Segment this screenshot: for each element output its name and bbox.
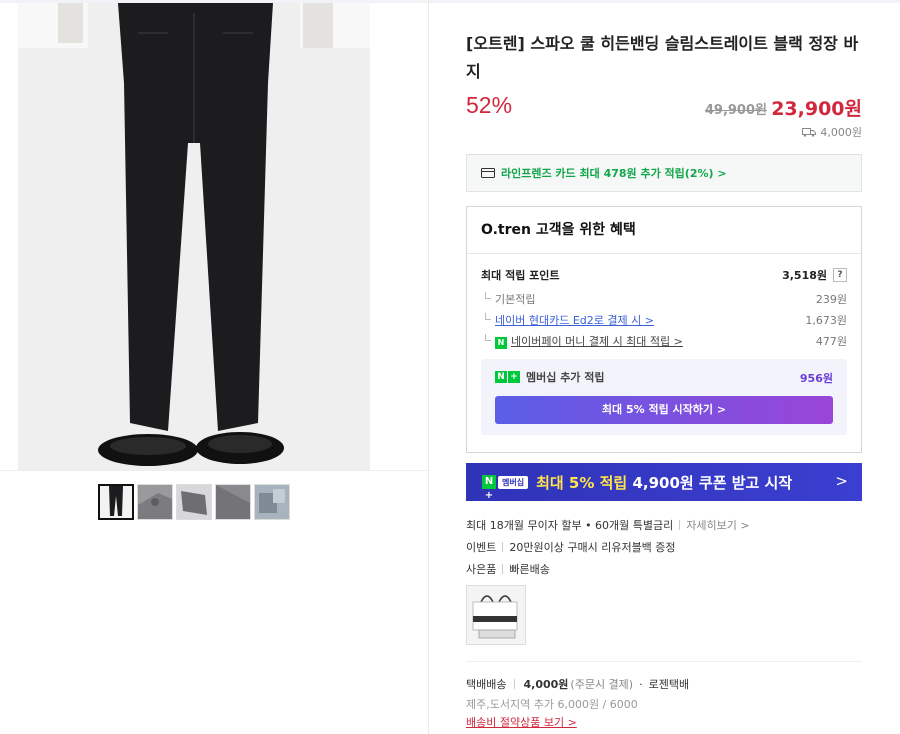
shipping-dot: ·: [639, 677, 643, 691]
installment-row: 최대 18개월 무이자 할부 • 60개월 특별금리 자세히보기 >: [466, 517, 750, 533]
discount-rate: 52%: [466, 92, 513, 118]
thumbnail-2[interactable]: [137, 484, 173, 520]
product-gallery: [0, 0, 429, 734]
gift-label: 사은품: [466, 563, 497, 576]
membership-label: 멤버십 추가 적립: [526, 371, 605, 384]
card-promo-text: 라인프렌즈 카드 최대 478원 추가 적립(2%) >: [501, 167, 727, 180]
product-page: [오트렌] 스파오 쿨 히든밴딩 슬림스트레이트 블랙 정장 바지 52% 49…: [0, 0, 900, 734]
membership-box: N + 멤버십 추가 적립 956원 최대 5% 적립 시작하기 >: [481, 359, 847, 435]
shipping-fee-top: 4,000원: [802, 124, 862, 140]
card-points-link[interactable]: 네이버 현대카드 Ed2로 결제 시 >: [481, 312, 654, 328]
event-row: 이벤트 20만원이상 구매시 리유저블백 증정: [466, 539, 676, 555]
truck-icon: [802, 128, 817, 137]
npay-points-value: 477원: [815, 335, 847, 348]
basic-points-row: 기본적립 239원: [481, 291, 847, 307]
naverpay-icon: N: [495, 337, 507, 349]
shipping-fee: 4,000원: [523, 678, 569, 691]
reusable-bag-image: [467, 586, 525, 644]
benefit-divider: [467, 253, 861, 254]
shipping-type: 택배배송: [466, 678, 507, 691]
card-points-value: 1,673원: [805, 314, 847, 327]
npay-points-label-wrap: N 네이버페이 머니 결제 시 최대 적립 >: [481, 333, 683, 349]
card-promo-box[interactable]: 라인프렌즈 카드 최대 478원 추가 적립(2%) >: [466, 154, 862, 192]
detail-link[interactable]: 자세히보기 >: [686, 517, 749, 533]
gift-row: 사은품 빠른배송: [466, 561, 550, 577]
basic-points-label: 기본적립: [481, 291, 535, 307]
pants-photo: [18, 3, 370, 470]
basic-points-value: 239원: [815, 293, 847, 306]
fast-delivery-label: 빠른배송: [509, 563, 550, 576]
thumbnail-strip: [98, 484, 290, 520]
npay-points-row: N 네이버페이 머니 결제 시 최대 적립 > 477원: [481, 333, 847, 349]
event-value: 20만원이상 구매시 리유저블백 증정: [509, 541, 676, 554]
chevron-right-icon: >: [835, 472, 848, 490]
help-icon[interactable]: ?: [833, 268, 847, 282]
shipping-row: 택배배송 4,000원 (주문시 결제) · 로젠택배: [466, 676, 689, 692]
gallery-divider: [0, 470, 429, 471]
naver-plus-membership-badge: N + 멤버십: [482, 475, 529, 501]
max-points-label: 최대 적립 포인트: [481, 269, 560, 282]
naver-plus-badge: N +: [495, 371, 520, 383]
banner-text: 최대 5% 적립 4,900원 쿠폰 받고 시작: [536, 473, 793, 492]
product-title: [오트렌] 스파오 쿨 히든밴딩 슬림스트레이트 블랙 정장 바지: [466, 34, 859, 81]
original-price: 49,900원: [704, 103, 767, 118]
membership-head: N + 멤버십 추가 적립: [495, 369, 605, 385]
membership-value: 956원: [799, 372, 833, 385]
credit-card-icon: [481, 168, 495, 178]
max-points-value: 3,518원: [782, 269, 827, 282]
membership-start-button[interactable]: 최대 5% 적립 시작하기 >: [495, 396, 833, 424]
shipping-fee-value: 4,000원: [820, 126, 862, 139]
shipping-saving-link[interactable]: 배송비 절약상품 보기 >: [466, 714, 577, 730]
installment-text: 최대 18개월 무이자 할부 • 60개월 특별금리: [466, 519, 674, 532]
shipping-fee-note: (주문시 결제): [570, 678, 634, 691]
thumbnail-5[interactable]: [254, 484, 290, 520]
max-points-row: 최대 적립 포인트 3,518원 ?: [481, 267, 847, 283]
card-points-row: 네이버 현대카드 Ed2로 결제 시 > 1,673원: [481, 312, 847, 328]
shipping-divider: [466, 661, 862, 662]
benefit-title: O.tren 고객을 위한 혜택: [481, 222, 636, 238]
event-label: 이벤트: [466, 541, 497, 554]
sale-price: 23,900원: [771, 98, 862, 120]
membership-coupon-banner[interactable]: N + 멤버십 최대 5% 적립 4,900원 쿠폰 받고 시작 >: [466, 463, 862, 501]
main-product-image[interactable]: [18, 3, 370, 470]
shipping-extra: 제주,도서지역 추가 6,000원 / 6000: [466, 698, 638, 711]
thumbnail-3[interactable]: [176, 484, 212, 520]
shipping-carrier: 로젠택배: [648, 678, 690, 691]
thumbnail-4[interactable]: [215, 484, 251, 520]
thumbnail-1[interactable]: [98, 484, 134, 520]
npay-points-link[interactable]: 네이버페이 머니 결제 시 최대 적립 >: [511, 335, 683, 348]
benefit-box: O.tren 고객을 위한 혜택 최대 적립 포인트 3,518원 ? 기본적립…: [466, 206, 862, 453]
gift-image[interactable]: [466, 585, 526, 645]
